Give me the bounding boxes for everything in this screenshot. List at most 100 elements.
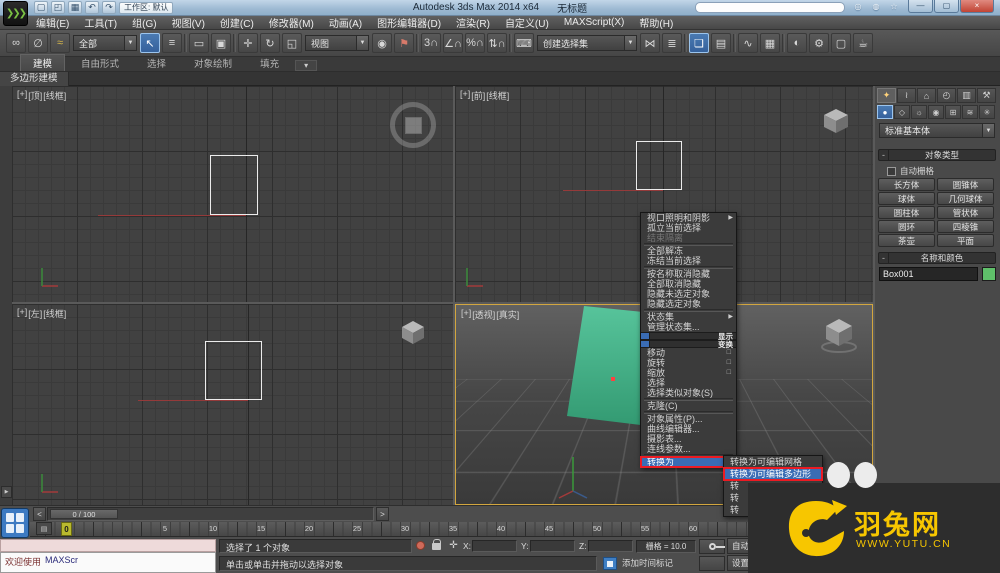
lock-icon[interactable]	[432, 539, 441, 550]
bind-to-space-warp-icon[interactable]: ≈	[50, 33, 70, 53]
lights-icon[interactable]: ☼	[911, 105, 927, 119]
quad-display-header[interactable]: 显示	[641, 332, 736, 341]
submenu-item[interactable]: 转换为可编辑网格	[724, 456, 822, 468]
autogrid-checkbox[interactable]	[887, 166, 896, 176]
object-type-button[interactable]: 长方体	[878, 178, 935, 191]
window-crossing-icon[interactable]: ▣	[211, 33, 231, 53]
toolbar-separator[interactable]	[233, 34, 236, 52]
viewport-top[interactable]: [+] [顶] [线框]	[12, 86, 453, 302]
collapse-icon[interactable]: -	[879, 150, 889, 160]
quad-menu-item[interactable]: 结束隔离	[641, 233, 736, 243]
utilities-tab-icon[interactable]: ⚒	[977, 88, 996, 103]
select-by-name-icon[interactable]: ≡	[162, 33, 182, 53]
menu-item[interactable]: 帮助(H)	[639, 15, 673, 30]
name-color-rollout[interactable]: - 名称和颜色	[878, 252, 996, 264]
toolbar-separator[interactable]	[416, 34, 419, 52]
favorites-icon[interactable]: ☆	[888, 2, 900, 11]
workspace-dropdown[interactable]: 工作区: 默认	[119, 1, 174, 14]
selected-box-wireframe[interactable]	[636, 141, 682, 190]
search-icon[interactable]: ◎	[852, 2, 864, 11]
select-and-rotate-icon[interactable]: ↻	[260, 33, 280, 53]
minimize-button[interactable]: —	[908, 0, 933, 13]
isolate-selection-toggle-icon[interactable]	[603, 557, 617, 570]
viewport-shading-button[interactable]: [真实]	[496, 308, 519, 321]
previous-frame-button[interactable]: <	[33, 507, 46, 521]
reference-coordinate-dropdown[interactable]: 视图 ▼	[305, 35, 369, 51]
infocenter-search-input[interactable]	[695, 2, 845, 13]
menu-item[interactable]: MAXScript(X)	[564, 17, 625, 28]
object-type-rollout[interactable]: - 对象类型	[878, 149, 996, 161]
object-type-button[interactable]: 几何球体	[937, 192, 994, 205]
viewport-menu-button[interactable]: [+]	[461, 308, 471, 321]
dropdown-arrow-icon[interactable]: ▼	[624, 36, 636, 50]
viewport-shading-button[interactable]: [线框]	[43, 89, 66, 102]
settings-icon[interactable]: □	[727, 348, 731, 358]
redo-icon[interactable]: ↷	[102, 1, 116, 14]
object-type-button[interactable]: 管状体	[937, 206, 994, 219]
quad-menu-item[interactable]: 孤立当前选择	[641, 223, 736, 233]
quad-menu-item[interactable]: 连线参数...	[641, 444, 736, 454]
rectangular-selection-region-icon[interactable]: ▭	[189, 33, 209, 53]
keyboard-shortcut-override-icon[interactable]: ⌨	[514, 33, 534, 53]
select-and-move-icon[interactable]: ✛	[238, 33, 258, 53]
ribbon-more-button[interactable]: ▾	[295, 60, 318, 71]
collapse-icon[interactable]: -	[879, 253, 889, 263]
menu-item[interactable]: 编辑(E)	[36, 15, 69, 30]
viewport-shading-button[interactable]: [线框]	[486, 89, 509, 102]
viewport-left[interactable]: [+] [左] [线框]	[12, 304, 453, 505]
time-slider-handle[interactable]: 0 / 100	[50, 509, 118, 519]
quad-menu-item[interactable]: 全部解冻	[641, 246, 736, 256]
quad-transform-header[interactable]: 变换	[641, 340, 736, 349]
viewport-name-button[interactable]: [左]	[28, 307, 42, 320]
z-coordinate-field[interactable]	[588, 540, 633, 552]
quad-menu-item[interactable]: 克隆(C)	[641, 401, 736, 411]
ribbon-tab[interactable]: 填充	[248, 55, 291, 71]
object-type-button[interactable]: 圆锥体	[937, 178, 994, 191]
create-tab-icon[interactable]: ✦	[877, 88, 896, 103]
viewport-shading-button[interactable]: [线框]	[43, 307, 66, 320]
quad-menu-item[interactable]: 隐藏未选定对象	[641, 289, 736, 299]
menu-item[interactable]: 工具(T)	[84, 15, 117, 30]
geometry-icon[interactable]: ●	[877, 105, 893, 119]
toolbar-separator[interactable]	[684, 34, 687, 52]
snap-toggle-3d-icon[interactable]: 3∩	[421, 33, 441, 53]
quad-menu-item[interactable]: 视口照明和阴影 ▶	[641, 213, 736, 223]
viewcube-face[interactable]	[404, 116, 422, 134]
rendered-frame-window-icon[interactable]: ▢	[831, 33, 851, 53]
menu-item[interactable]: 渲染(R)	[456, 15, 490, 30]
ribbon-tab[interactable]: 对象绘制	[182, 55, 244, 71]
unlink-selection-icon[interactable]: ∅	[28, 33, 48, 53]
quad-menu-item[interactable]: 状态集 ▶	[641, 312, 736, 322]
ribbon-tab[interactable]: 自由形式	[69, 55, 131, 71]
close-button[interactable]: ×	[960, 0, 994, 13]
dropdown-arrow-icon[interactable]: ▼	[982, 124, 994, 137]
menu-item[interactable]: 动画(A)	[329, 15, 362, 30]
open-file-icon[interactable]: ◰	[51, 1, 65, 14]
quad-menu-item[interactable]: 曲线编辑器...	[641, 424, 736, 434]
toolbar-separator[interactable]	[509, 34, 512, 52]
time-slider-track[interactable]: 0 / 100	[47, 507, 374, 521]
graphite-ribbon-toggle-icon[interactable]: ▤	[711, 33, 731, 53]
maxscript-mini-listener[interactable]: 欢迎使用 MAXScr	[0, 552, 216, 573]
undo-icon[interactable]: ↶	[85, 1, 99, 14]
object-name-field[interactable]	[879, 267, 978, 281]
save-file-icon[interactable]: ▦	[68, 1, 82, 14]
quad-menu-item[interactable]: 全部取消隐藏	[641, 279, 736, 289]
angle-snap-icon[interactable]: ∠∩	[443, 33, 463, 53]
ribbon-tab[interactable]: 建模	[20, 54, 66, 71]
quad-menu-item[interactable]: 移动 □	[641, 348, 736, 358]
3ds-max-logo-icon[interactable]: ❯❯❯	[3, 1, 28, 26]
helpers-icon[interactable]: ⊞	[945, 105, 961, 119]
menu-item[interactable]: 图形编辑器(D)	[377, 15, 441, 30]
selected-box-wireframe[interactable]	[210, 155, 258, 215]
polygon-modeling-panel-tab[interactable]: 多边形建模	[0, 72, 69, 86]
add-time-tag[interactable]: 添加时间标记	[622, 557, 692, 570]
selection-lock-pin-icon[interactable]	[416, 541, 425, 550]
toolbar-separator[interactable]	[184, 34, 187, 52]
select-and-link-icon[interactable]: ∞	[6, 33, 26, 53]
object-type-button[interactable]: 圆环	[878, 220, 935, 233]
menu-item[interactable]: 视图(V)	[172, 15, 205, 30]
viewport-name-button[interactable]: [透视]	[472, 308, 495, 321]
key-filters-button[interactable]	[699, 556, 725, 571]
quad-menu-item[interactable]: 按名称取消隐藏	[641, 269, 736, 279]
